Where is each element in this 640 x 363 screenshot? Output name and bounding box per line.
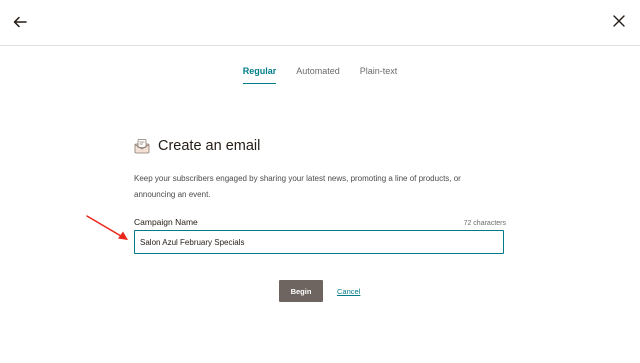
- email-type-tabs: Regular Automated Plain-text: [0, 62, 640, 84]
- tab-plain-text[interactable]: Plain-text: [350, 62, 408, 84]
- campaign-name-label: Campaign Name: [134, 217, 198, 227]
- top-bar: [0, 0, 640, 46]
- annotation-arrow-icon: [86, 215, 128, 240]
- arrow-left-icon: [13, 16, 27, 28]
- campaign-name-input[interactable]: [134, 230, 504, 254]
- page-title: Create an email: [158, 138, 261, 154]
- character-count: 72 characters: [463, 220, 506, 227]
- begin-button[interactable]: Begin: [279, 280, 323, 302]
- cancel-link[interactable]: Cancel: [337, 287, 360, 296]
- description-text: Keep your subscribers engaged by sharing…: [134, 174, 461, 199]
- tab-automated[interactable]: Automated: [286, 62, 350, 84]
- campaign-field-header: Campaign Name 72 characters: [134, 217, 506, 227]
- close-button[interactable]: [610, 12, 628, 30]
- title-row: Create an email: [134, 138, 506, 154]
- back-button[interactable]: [10, 12, 30, 32]
- create-email-form: Create an email Keep your subscribers en…: [134, 138, 506, 254]
- form-actions: Begin Cancel: [279, 280, 360, 302]
- email-icon: [134, 139, 150, 154]
- create-email-page: Regular Automated Plain-text Create an e…: [0, 0, 640, 363]
- close-icon: [613, 15, 625, 27]
- tab-regular[interactable]: Regular: [233, 62, 287, 84]
